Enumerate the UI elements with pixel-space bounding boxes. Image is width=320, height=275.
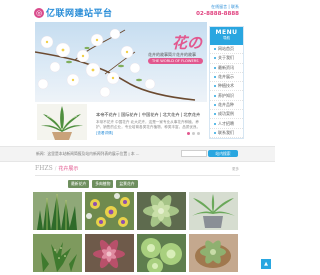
section-heading: FHZS / 花卉展示 <box>35 165 78 172</box>
plant-thumbnail[interactable] <box>137 192 186 230</box>
news-ticker[interactable]: 新闻：这里是本站新闻简报及站内新闻列表的展示位置 | 本 ... <box>36 151 139 157</box>
section-title-cn: 花卉展示 <box>58 166 79 172</box>
menu-item-cases[interactable]: 成功案例 <box>210 110 243 120</box>
tab-succulents[interactable]: 多肉植物 <box>92 180 114 188</box>
menu-subtitle: 导航 <box>223 36 230 40</box>
potted-plant-image[interactable] <box>37 104 87 140</box>
plant-thumbnail[interactable] <box>33 234 82 272</box>
bullet-icon <box>214 131 216 134</box>
logo-text: 亿联网建站平台 <box>46 9 113 19</box>
banner[interactable]: 花の 花卉的故事简介花卉的故事 THE WORLD OF FLOWERS <box>35 22 207 102</box>
bullet-icon <box>214 57 216 60</box>
menu-item-about[interactable]: 关于我们 <box>210 54 243 64</box>
menu-item-label: 联系我们 <box>218 129 234 135</box>
menu-item-label: 最新资讯 <box>218 64 234 70</box>
bullet-icon <box>214 103 216 106</box>
sansevieria-image <box>33 192 82 230</box>
menu-item-home[interactable]: 网站首页 <box>210 45 243 55</box>
phone-number: 02-8888-8888 <box>196 11 239 17</box>
intro-text: 本帝不花卉 中国花卉 北大花卉，这是一家专业从事花卉种植，养护，销售的企业，专业… <box>96 120 201 129</box>
back-to-top-button[interactable]: ▲ <box>261 259 271 269</box>
menu-item-label: 人才招聘 <box>218 120 234 126</box>
menu-item-label: 花卉品种 <box>218 101 234 107</box>
plant-thumbnail[interactable] <box>137 234 186 272</box>
menu-item-label: 关于我们 <box>218 55 234 61</box>
tab-latest[interactable]: 最新花卉 <box>68 180 90 188</box>
slider-dot[interactable] <box>187 132 190 135</box>
bullet-icon <box>214 122 216 125</box>
plant-thumbnail[interactable] <box>189 234 238 272</box>
menu-item-jobs[interactable]: 人才招聘 <box>210 119 243 129</box>
plant-thumbnail[interactable] <box>85 234 134 272</box>
menu-title: MENU <box>215 29 238 36</box>
section-more-link[interactable]: 更多 <box>232 167 239 172</box>
menu-item-label: 成功案例 <box>218 111 234 117</box>
contact-links[interactable]: 在线留言 | 联系 <box>196 4 239 10</box>
menu-item-label: 花卉展示 <box>218 74 234 80</box>
side-menu: MENU 导航 网站首页 关于我们 最新资讯 花卉展示 种植技术 养护知识 花卉… <box>209 26 244 139</box>
section-divider <box>35 175 240 176</box>
pansies-image <box>85 192 134 230</box>
menu-item-label: 养护知识 <box>218 92 234 98</box>
tab-bonsai[interactable]: 盆景花卉 <box>116 180 138 188</box>
plant-thumbnail[interactable] <box>33 192 82 230</box>
haworthia-image <box>33 234 82 272</box>
plant-thumbnail[interactable] <box>189 192 238 230</box>
plant-thumbnail[interactable] <box>85 192 134 230</box>
intro-title[interactable]: 本帝不花卉 | 国际花卉 | 中国花卉 | 北大花卉 | 北京花卉 <box>96 112 200 118</box>
header-contact: 在线留言 | 联系 02-8888-8888 <box>196 4 239 17</box>
bullet-icon <box>214 85 216 88</box>
slider-dot[interactable] <box>192 132 195 135</box>
succulent-rosette-image <box>137 192 186 230</box>
search-input[interactable] <box>181 150 207 157</box>
aloe-pot-image <box>189 192 238 230</box>
menu-item-varieties[interactable]: 花卉品种 <box>210 101 243 111</box>
slider-dots <box>185 132 200 135</box>
header: ◎ 亿联网建站平台 在线留言 | 联系 02-8888-8888 <box>0 0 275 22</box>
bullet-icon <box>214 94 216 97</box>
menu-item-news[interactable]: 最新资讯 <box>210 64 243 73</box>
echeveria-red-image <box>85 234 134 272</box>
succulent-pot-image <box>189 234 238 272</box>
bullet-icon <box>214 76 216 79</box>
cactus-green-image <box>137 234 186 272</box>
section-separator: / <box>54 166 57 172</box>
menu-header: MENU 导航 <box>210 27 243 45</box>
banner-tagline: THE WORLD OF FLOWERS <box>148 58 203 64</box>
slider-dot[interactable] <box>197 132 200 135</box>
intro-section: 本帝不花卉 | 国际花卉 | 中国花卉 | 北大花卉 | 北京花卉 本帝不花卉 … <box>35 104 207 140</box>
news-search-bar: 新闻：这里是本站新闻简报及站内新闻列表的展示位置 | 本 ... 站内搜索 <box>0 146 275 162</box>
section-title-en: FHZS <box>35 165 53 172</box>
intro-more-link[interactable]: [查看详情] <box>96 131 113 136</box>
banner-title: 花の <box>172 34 203 52</box>
menu-item-label: 种植技术 <box>218 83 234 89</box>
menu-item-planting[interactable]: 种植技术 <box>210 82 243 92</box>
search-button[interactable]: 站内搜索 <box>208 150 238 157</box>
site-logo[interactable]: ◎ 亿联网建站平台 <box>34 6 113 19</box>
logo-icon: ◎ <box>34 7 44 18</box>
menu-item-label: 网站首页 <box>218 46 234 52</box>
bullet-icon <box>214 66 216 69</box>
category-tabs: 最新花卉 多肉植物 盆景花卉 <box>68 180 141 188</box>
menu-item-contact[interactable]: 联系我们 <box>210 129 243 138</box>
bullet-icon <box>214 113 216 116</box>
menu-item-care[interactable]: 养护知识 <box>210 91 243 101</box>
bullet-icon <box>214 48 216 51</box>
menu-item-flowers[interactable]: 花卉展示 <box>210 73 243 83</box>
